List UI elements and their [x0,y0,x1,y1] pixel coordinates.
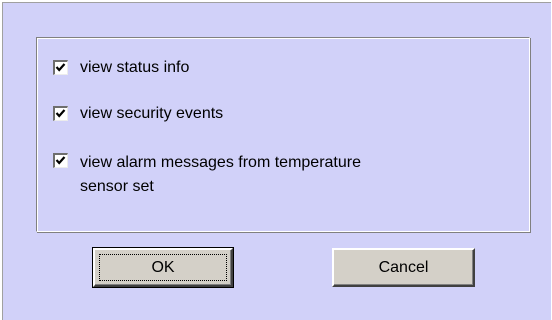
options-dialog: view status info view security events vi… [2,2,551,320]
focus-ring [99,254,227,281]
cancel-button[interactable]: Cancel [332,248,475,287]
options-group-box: view status info view security events vi… [36,37,530,232]
option-view-alarm-messages[interactable]: view alarm messages from temperature sen… [53,151,410,199]
ok-button[interactable]: OK [92,247,234,288]
option-view-security-events[interactable]: view security events [53,104,410,124]
option-view-status-info[interactable]: view status info [53,58,410,78]
view-status-info-checkbox[interactable] [53,60,68,75]
checkmark-icon [55,156,66,165]
view-security-events-checkbox[interactable] [53,106,68,121]
checkmark-icon [55,63,66,72]
view-alarm-messages-label: view alarm messages from temperature sen… [80,154,361,195]
view-security-events-label: view security events [80,105,224,122]
cancel-button-label: Cancel [378,258,429,276]
view-alarm-messages-checkbox[interactable] [53,153,68,168]
checkmark-icon [55,109,66,118]
view-status-info-label: view status info [80,59,190,76]
